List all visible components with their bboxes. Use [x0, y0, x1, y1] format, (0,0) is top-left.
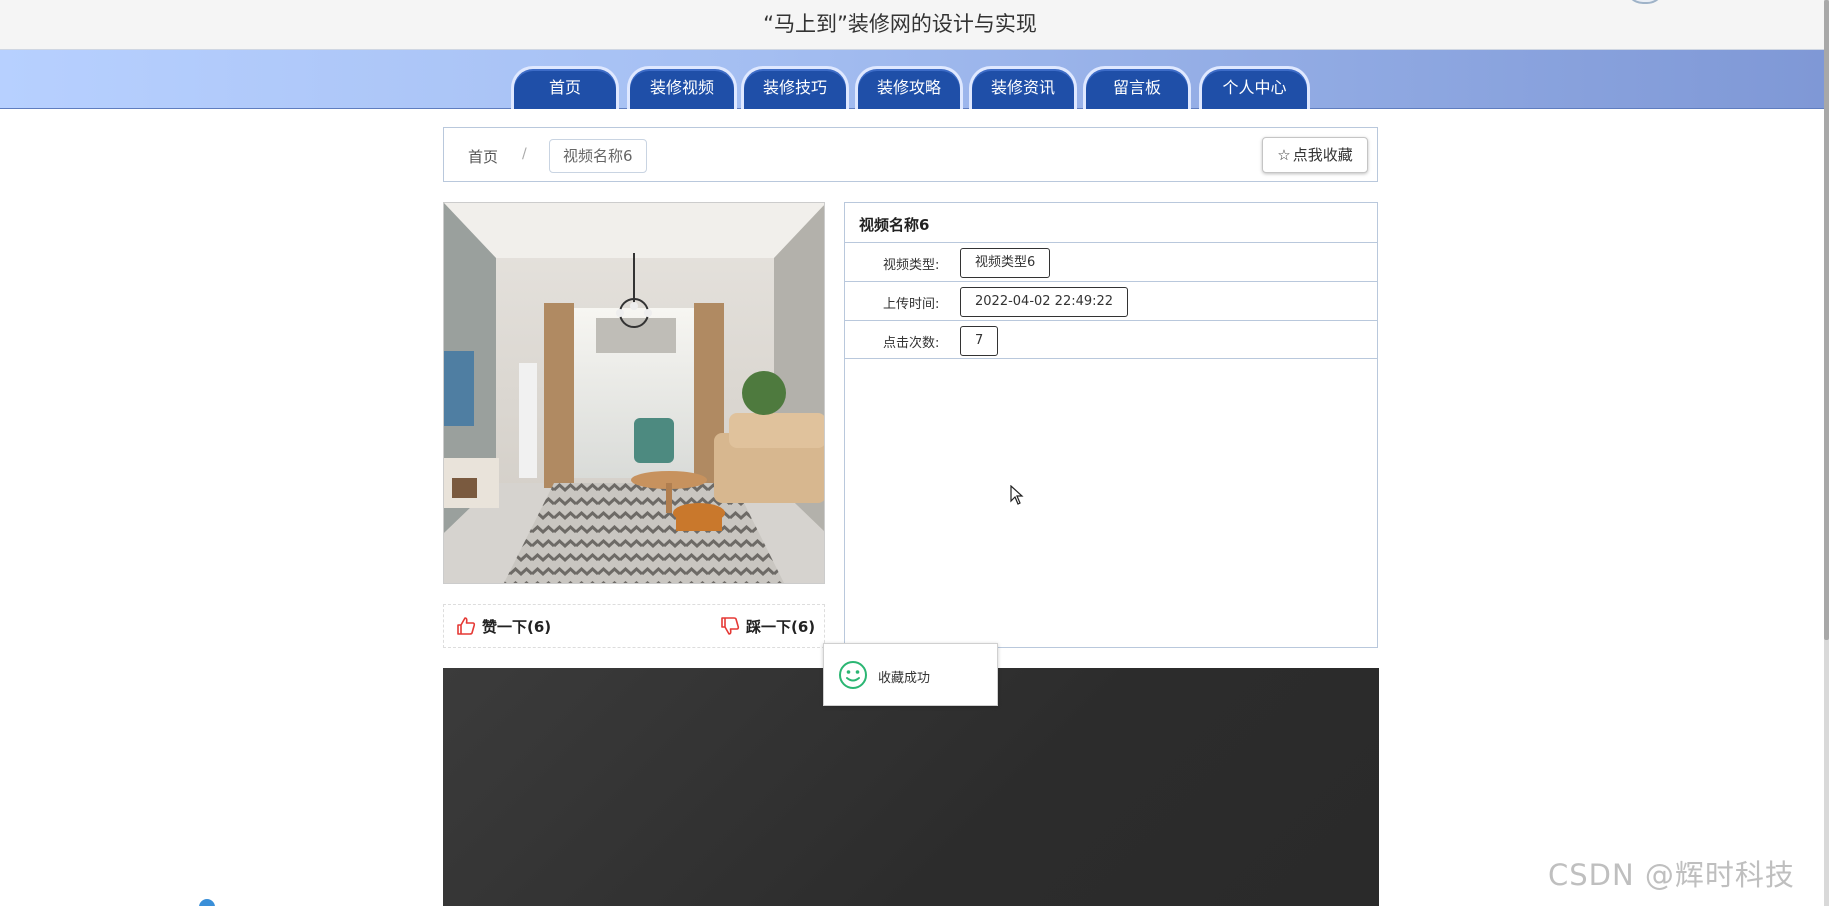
breadcrumb: 首页 / 视频名称6 ☆ 点我收藏 — [443, 127, 1378, 182]
avatar[interactable] — [1625, 0, 1665, 4]
info-value: 视频类型6 — [960, 248, 1051, 278]
info-row-clicks: 点击次数: 7 — [845, 320, 1377, 359]
nav-news[interactable]: 装修资讯 — [969, 66, 1077, 109]
top-header: “马上到”装修网的设计与实现 — [0, 0, 1829, 50]
nav-personal-center[interactable]: 个人中心 — [1199, 66, 1310, 109]
video-info-panel: 视频名称6 视频类型: 视频类型6 上传时间: 2022-04-02 22:49… — [844, 202, 1378, 648]
like-button[interactable]: 赞一下(6) — [456, 616, 551, 639]
thumbs-up-icon — [456, 616, 476, 639]
info-value: 7 — [960, 326, 999, 356]
dislike-label: 踩一下(6) — [746, 618, 816, 636]
watermark: CSDN @辉时科技 — [1548, 858, 1795, 892]
info-label: 视频类型: — [883, 258, 940, 273]
video-title: 视频名称6 — [859, 216, 930, 234]
breadcrumb-current: 视频名称6 — [549, 139, 647, 173]
thumbs-down-icon — [720, 616, 740, 639]
favorite-button[interactable]: ☆ 点我收藏 — [1262, 137, 1368, 173]
favorite-button-label: 点我收藏 — [1292, 146, 1353, 164]
nav-guides[interactable]: 装修攻略 — [855, 66, 963, 109]
nav-message-board[interactable]: 留言板 — [1083, 66, 1191, 109]
smile-icon — [838, 660, 868, 694]
like-label: 赞一下(6) — [482, 618, 552, 636]
breadcrumb-home[interactable]: 首页 — [468, 146, 498, 167]
toast-text: 收藏成功 — [878, 671, 931, 686]
nav-videos[interactable]: 装修视频 — [627, 66, 737, 109]
floating-dot[interactable] — [199, 899, 215, 906]
nav-tips[interactable]: 装修技巧 — [741, 66, 849, 109]
breadcrumb-separator: / — [522, 146, 527, 162]
main-nav: 首页 装修视频 装修技巧 装修攻略 装修资讯 留言板 个人中心 — [0, 50, 1824, 109]
info-label: 上传时间: — [883, 297, 940, 312]
dislike-button[interactable]: 踩一下(6) — [720, 616, 815, 639]
info-row-upload-time: 上传时间: 2022-04-02 22:49:22 — [845, 281, 1377, 320]
video-cover-image — [443, 202, 825, 584]
mouse-cursor-icon — [1010, 484, 1024, 509]
scrollbar-thumb[interactable] — [1824, 0, 1829, 640]
info-row-type: 视频类型: 视频类型6 — [845, 242, 1377, 281]
nav-home[interactable]: 首页 — [511, 66, 619, 109]
vote-bar: 赞一下(6) 踩一下(6) — [443, 604, 825, 648]
star-outline-icon: ☆ — [1277, 146, 1291, 164]
info-label: 点击次数: — [883, 336, 940, 351]
toast-message: 收藏成功 — [823, 643, 998, 706]
site-title: “马上到”装修网的设计与实现 — [763, 12, 1037, 36]
info-value: 2022-04-02 22:49:22 — [960, 287, 1129, 317]
